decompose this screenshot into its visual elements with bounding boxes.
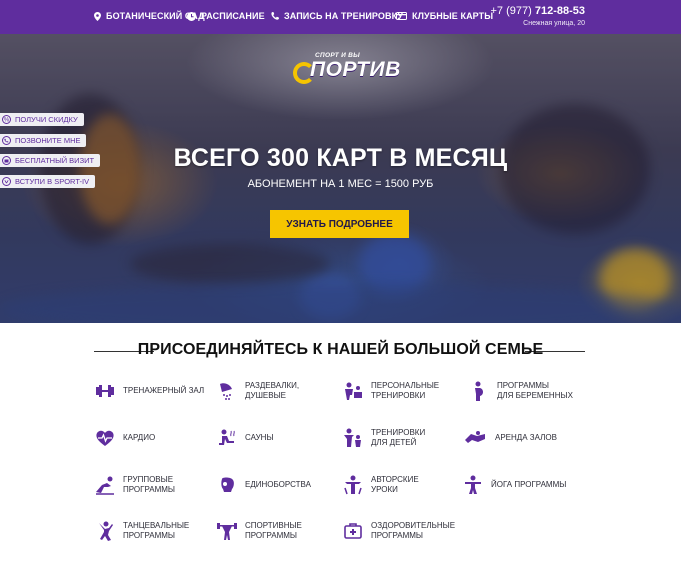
side-tab-discount[interactable]: % Получи скидку bbox=[0, 113, 84, 126]
feature-label: Танцевальные программы bbox=[123, 521, 190, 540]
phone-number[interactable]: +7 (977) 712-88-53 bbox=[491, 5, 586, 17]
feature-label: Йога программы bbox=[491, 480, 567, 489]
map-pin-icon bbox=[94, 11, 101, 21]
booking-label: Запись на тренировку bbox=[284, 11, 404, 21]
feature-sauna[interactable]: Сауны bbox=[216, 427, 274, 449]
feature-author-lessons[interactable]: Авторские уроки bbox=[342, 474, 419, 496]
feature-label: Оздоровительные программы bbox=[371, 521, 456, 540]
feature-yoga[interactable]: Йога программы bbox=[462, 474, 566, 496]
phone-main: 712-88-53 bbox=[534, 5, 585, 17]
hero-title: ВСЕГО 300 КАРТ В МЕСЯЦ bbox=[173, 144, 508, 172]
first-aid-icon bbox=[344, 523, 362, 539]
author-icon bbox=[344, 475, 362, 495]
dance-icon bbox=[99, 521, 113, 541]
learn-more-button[interactable]: УЗНАТЬ ПОДРОБНЕЕ bbox=[270, 210, 409, 238]
feature-health-programs[interactable]: Оздоровительные программы bbox=[342, 520, 455, 542]
card-icon bbox=[396, 12, 407, 20]
phone-icon bbox=[271, 12, 279, 20]
feature-label: Кардио bbox=[123, 433, 156, 442]
site-logo[interactable]: СПОРТ И ВЫ ПОРТИВ bbox=[293, 52, 400, 88]
address: Снежная улица, 20 bbox=[523, 20, 585, 27]
weightlifting-icon bbox=[217, 523, 237, 540]
heart-pulse-icon bbox=[96, 430, 114, 446]
schedule-link[interactable]: Расписание bbox=[187, 11, 265, 21]
kids-icon bbox=[344, 428, 361, 447]
feature-sport-programs[interactable]: Спортивные программы bbox=[216, 520, 302, 542]
cards-link[interactable]: Клубные карты bbox=[396, 11, 493, 21]
feature-showers[interactable]: Раздевалки, душевые bbox=[216, 380, 299, 402]
feature-personal-training[interactable]: Персональные тренировки bbox=[342, 380, 439, 402]
feature-dance-programs[interactable]: Танцевальные программы bbox=[94, 520, 189, 542]
discount-icon: % bbox=[2, 115, 11, 124]
feature-gym[interactable]: Тренажерный зал bbox=[94, 380, 204, 402]
feature-label: Единоборства bbox=[245, 480, 311, 489]
rental-icon bbox=[465, 431, 485, 443]
feature-label: Персональные тренировки bbox=[371, 381, 440, 400]
phone-prefix: +7 (977) bbox=[490, 5, 532, 17]
trainer-icon bbox=[345, 382, 362, 400]
sauna-icon bbox=[219, 429, 235, 445]
section-title: ПРИСОЕДИНЯЙТЕСЬ К НАШЕЙ БОЛЬШОЙ СЕМЬЕ bbox=[137, 341, 544, 358]
dumbbell-icon bbox=[96, 385, 114, 397]
feature-kids-training[interactable]: Тренировки для детей bbox=[342, 427, 425, 449]
feature-group-programs[interactable]: Групповые программы bbox=[94, 474, 175, 496]
feature-label: Раздевалки, душевые bbox=[245, 381, 300, 400]
feature-cardio[interactable]: Кардио bbox=[94, 427, 155, 449]
boxing-glove-icon bbox=[221, 477, 234, 492]
feature-label: Авторские уроки bbox=[371, 475, 419, 494]
feature-pregnancy[interactable]: Программы для беременных bbox=[468, 380, 573, 402]
shower-icon bbox=[220, 383, 232, 400]
feature-label: Групповые программы bbox=[123, 475, 176, 494]
cards-label: Клубные карты bbox=[412, 11, 494, 21]
booking-link[interactable]: Запись на тренировку bbox=[271, 11, 403, 21]
logo-name: ПОРТИВ bbox=[310, 58, 401, 81]
feature-martial-arts[interactable]: Единоборства bbox=[216, 474, 311, 496]
feature-label: Тренажерный зал bbox=[123, 386, 205, 395]
schedule-label: Расписание bbox=[201, 11, 265, 21]
feature-label: Программы для беременных bbox=[497, 381, 573, 400]
feature-label: Спортивные программы bbox=[245, 521, 302, 540]
clock-icon bbox=[187, 11, 196, 21]
yoga-icon bbox=[465, 475, 481, 494]
feature-hall-rental[interactable]: Аренда залов bbox=[462, 427, 557, 449]
feature-label: Тренировки для детей bbox=[371, 428, 426, 447]
side-tab-label: Получи скидку bbox=[15, 115, 78, 124]
top-bar: Ботанический сад Расписание Запись на тр… bbox=[0, 0, 681, 34]
hero-subtitle: АБОНЕМЕНТ НА 1 МЕС = 1500 РУБ bbox=[247, 178, 434, 190]
group-icon bbox=[96, 476, 114, 495]
feature-label: Сауны bbox=[245, 433, 274, 442]
pregnant-icon bbox=[475, 381, 483, 401]
svg-text:%: % bbox=[4, 118, 10, 124]
feature-label: Аренда залов bbox=[495, 433, 557, 442]
